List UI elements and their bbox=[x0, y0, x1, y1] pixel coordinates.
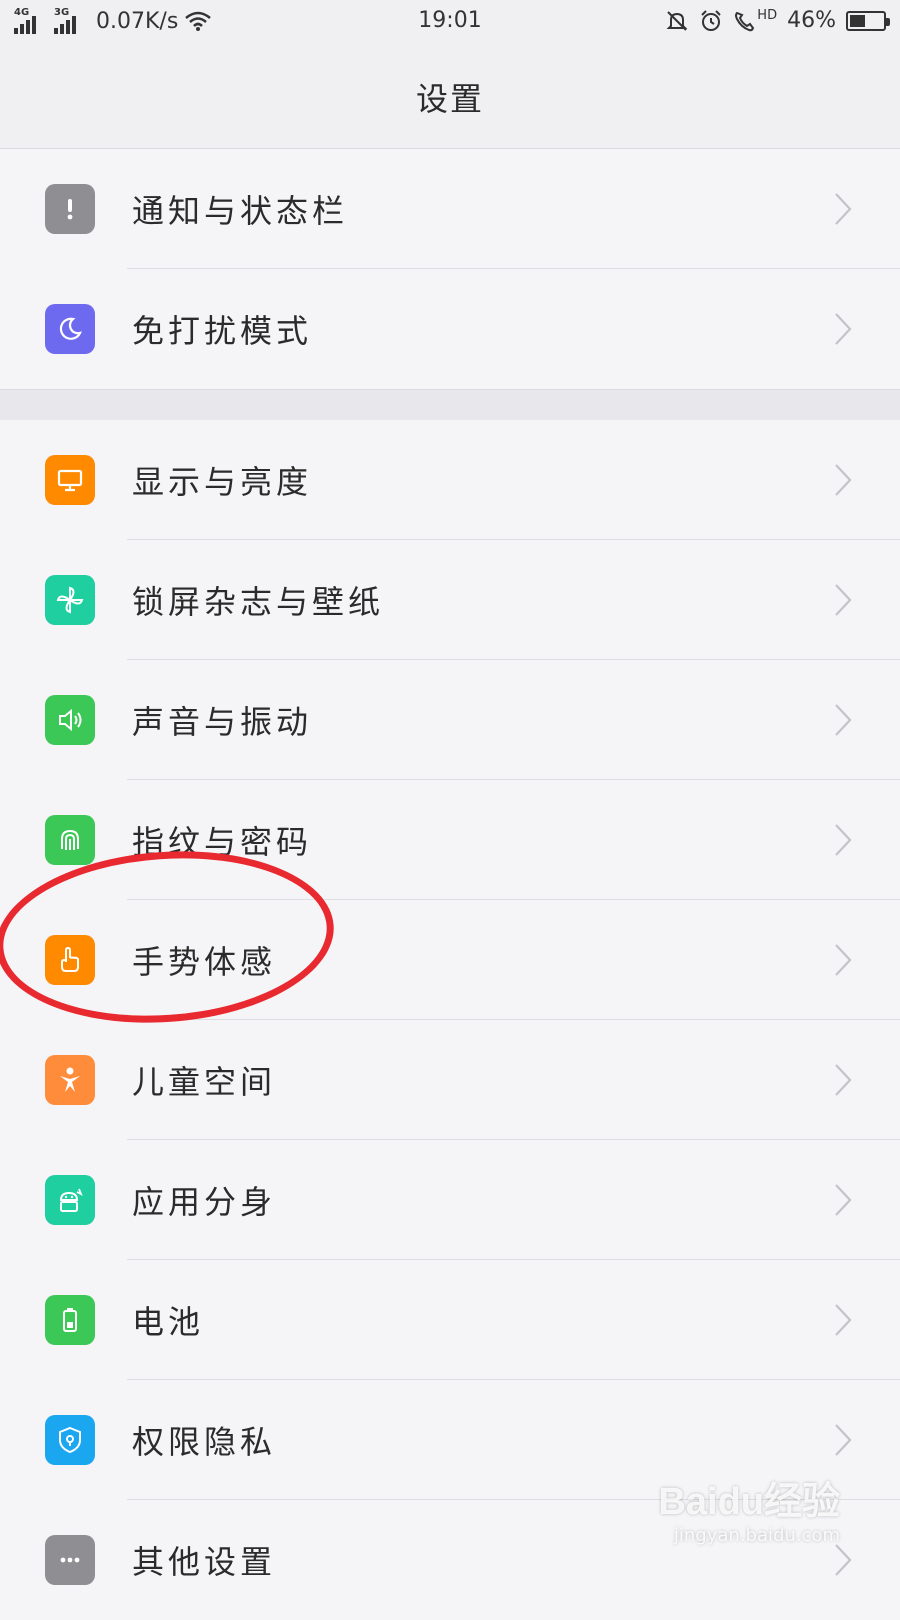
chevron-right-icon bbox=[835, 1304, 852, 1336]
speaker-icon bbox=[45, 695, 95, 745]
app-clone-icon bbox=[45, 1175, 95, 1225]
hd-label: HD bbox=[757, 8, 778, 23]
settings-item-do-not-disturb[interactable]: 免打扰模式 bbox=[0, 269, 900, 389]
settings-group-2: 显示与亮度 锁屏杂志与壁纸 声音与振动 指纹与密码 手势体感 儿童空间 应用分身… bbox=[0, 420, 900, 1620]
status-bar: 4G 3G 0.07K/s 19:01 HD 46% bbox=[0, 0, 900, 44]
chevron-right-icon bbox=[835, 824, 852, 856]
chevron-right-icon bbox=[835, 1184, 852, 1216]
pinwheel-icon bbox=[45, 575, 95, 625]
settings-item-app-clone[interactable]: 应用分身 bbox=[0, 1140, 900, 1260]
chevron-right-icon bbox=[835, 193, 852, 225]
settings-item-notifications[interactable]: 通知与状态栏 bbox=[0, 149, 900, 269]
group-separator bbox=[0, 389, 900, 421]
chevron-right-icon bbox=[835, 313, 852, 345]
alarm-icon bbox=[701, 9, 722, 31]
chevron-right-icon bbox=[835, 704, 852, 736]
chevron-right-icon bbox=[835, 584, 852, 616]
moon-icon bbox=[45, 304, 95, 354]
settings-item-label: 权限隐私 bbox=[132, 1423, 277, 1461]
fingerprint-icon bbox=[45, 815, 95, 865]
settings-item-label: 显示与亮度 bbox=[132, 463, 313, 501]
settings-group-1: 通知与状态栏 免打扰模式 bbox=[0, 149, 900, 389]
settings-item-label: 通知与状态栏 bbox=[132, 192, 349, 230]
settings-item-label: 声音与振动 bbox=[132, 703, 313, 741]
settings-item-fingerprint-password[interactable]: 指纹与密码 bbox=[0, 780, 900, 900]
battery-icon bbox=[45, 1295, 95, 1345]
settings-item-battery[interactable]: 电池 bbox=[0, 1260, 900, 1380]
settings-item-label: 免打扰模式 bbox=[132, 312, 313, 350]
settings-item-gesture-motion[interactable]: 手势体感 bbox=[0, 900, 900, 1020]
status-right: HD 46% bbox=[665, 8, 890, 33]
settings-item-sound-vibration[interactable]: 声音与振动 bbox=[0, 660, 900, 780]
display-icon bbox=[45, 455, 95, 505]
settings-item-label: 指纹与密码 bbox=[132, 823, 313, 861]
battery-icon bbox=[846, 10, 890, 31]
more-icon bbox=[45, 1535, 95, 1585]
settings-item-label: 其他设置 bbox=[132, 1543, 277, 1581]
battery-percent: 46% bbox=[787, 8, 836, 33]
settings-item-lockscreen-wallpaper[interactable]: 锁屏杂志与壁纸 bbox=[0, 540, 900, 660]
settings-item-label: 手势体感 bbox=[132, 943, 277, 981]
chevron-right-icon bbox=[835, 464, 852, 496]
shield-icon bbox=[45, 1415, 95, 1465]
settings-item-kids-space[interactable]: 儿童空间 bbox=[0, 1020, 900, 1140]
gesture-icon bbox=[45, 935, 95, 985]
title-bar: 设置 bbox=[0, 44, 900, 149]
page-title: 设置 bbox=[415, 80, 484, 118]
mute-bell-icon bbox=[666, 10, 688, 31]
settings-item-label: 儿童空间 bbox=[132, 1063, 277, 1101]
notification-icon bbox=[45, 184, 95, 234]
chevron-right-icon bbox=[835, 1544, 852, 1576]
settings-item-label: 电池 bbox=[132, 1303, 205, 1341]
baidu-jingyan-watermark: Baidu经验 jingyan.baidu.com bbox=[658, 1470, 840, 1546]
chevron-right-icon bbox=[835, 1424, 852, 1456]
battery-level bbox=[850, 14, 865, 27]
settings-item-label: 锁屏杂志与壁纸 bbox=[132, 583, 385, 621]
watermark-url: jingyan.baidu.com bbox=[673, 1525, 840, 1546]
chevron-right-icon bbox=[835, 944, 852, 976]
watermark-brand: Baidu经验 bbox=[658, 1481, 840, 1523]
settings-item-display[interactable]: 显示与亮度 bbox=[0, 420, 900, 540]
settings-item-label: 应用分身 bbox=[132, 1183, 277, 1221]
child-icon bbox=[45, 1055, 95, 1105]
chevron-right-icon bbox=[835, 1064, 852, 1096]
